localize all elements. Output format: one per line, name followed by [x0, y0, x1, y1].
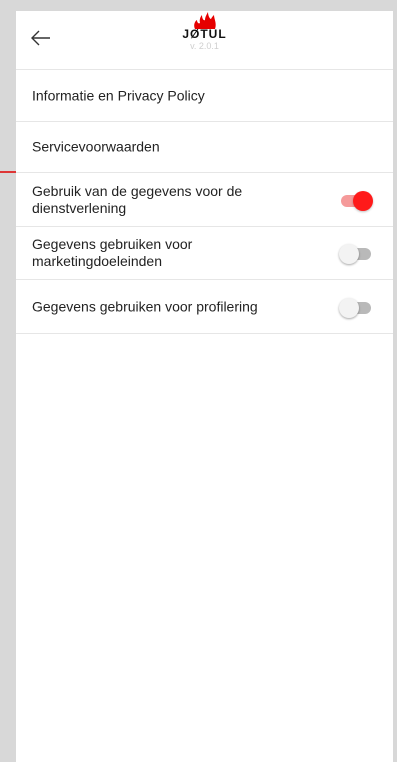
app-version: v. 2.0.1	[190, 41, 219, 51]
consent-label: Gebruik van de gegevens voor de dienstve…	[32, 182, 243, 216]
consent-row-profiling: Gegevens gebruiken voor profilering	[16, 280, 393, 334]
menu-item-privacy-policy[interactable]: Informatie en Privacy Policy	[16, 70, 393, 122]
consent-label: Gegevens gebruiken voor profilering	[32, 298, 258, 314]
menu-item-label: Servicevoorwaarden	[32, 138, 160, 155]
jotul-logo: JØTUL v. 2.0.1	[16, 11, 393, 52]
consent-toggle-service[interactable]	[339, 190, 373, 211]
app-header: JØTUL v. 2.0.1	[16, 11, 393, 70]
consent-label: Gegevens gebruiken voor marketingdoelein…	[32, 236, 193, 269]
menu-item-service-terms[interactable]: Servicevoorwaarden	[16, 122, 393, 173]
menu-item-label: Informatie en Privacy Policy	[32, 87, 205, 103]
brand-name: JØTUL	[182, 27, 227, 41]
app-screen: JØTUL v. 2.0.1 Informatie en Privacy Pol…	[16, 11, 393, 762]
consent-row-service: Gebruik van de gegevens voor de dienstve…	[16, 173, 393, 227]
consent-toggle-profiling[interactable]	[339, 297, 373, 318]
toggle-knob	[339, 297, 359, 318]
toggle-knob	[353, 190, 373, 211]
consent-row-marketing: Gegevens gebruiken voor marketingdoelein…	[16, 227, 393, 280]
toggle-knob	[339, 244, 359, 264]
consent-toggle-marketing[interactable]	[339, 243, 373, 264]
